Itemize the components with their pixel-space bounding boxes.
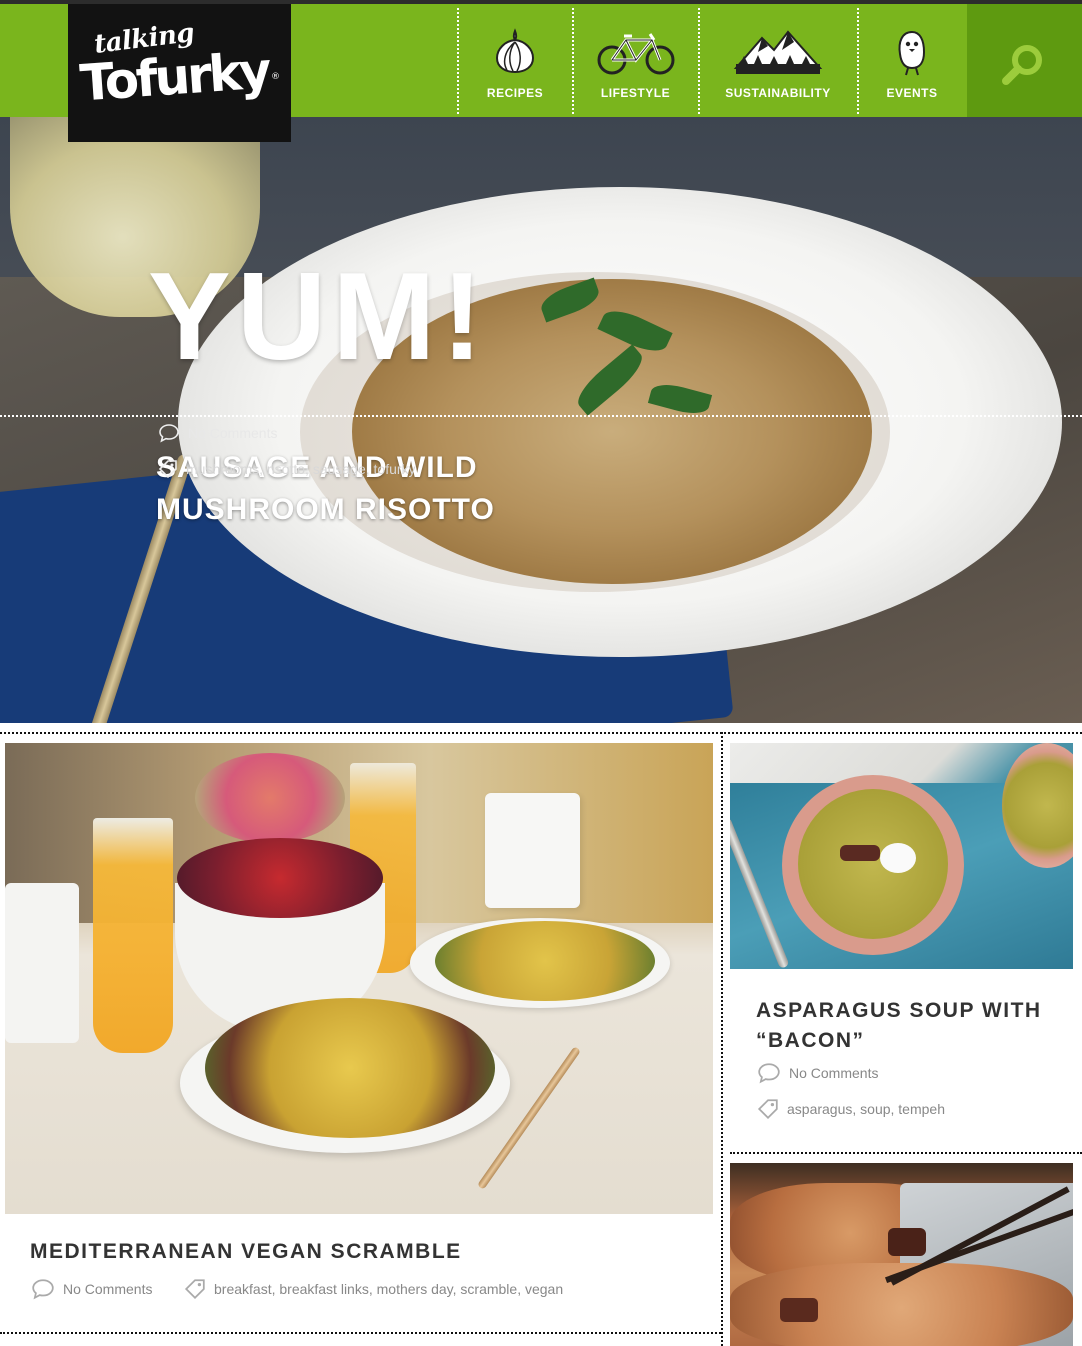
comment-icon xyxy=(32,1279,54,1300)
post-tags-asparagus-soup[interactable]: asparagus, soup, tempeh xyxy=(757,1098,945,1120)
post-title-scramble[interactable]: MEDITERRANEAN VEGAN SCRAMBLE xyxy=(30,1240,710,1264)
post-title-asparagus-soup[interactable]: ASPARAGUS SOUP WITH “BACON” xyxy=(756,996,1056,1056)
scramble-orange-juice-glass xyxy=(93,818,173,1053)
hero-tagline: YUM! xyxy=(148,248,489,386)
bicycle-icon xyxy=(597,33,674,75)
tag-icon xyxy=(158,460,177,479)
comment-icon xyxy=(758,1063,780,1084)
logo-trademark: ® xyxy=(271,72,280,82)
nav-label-events: EVENTS xyxy=(886,86,938,100)
grid-divider-vertical xyxy=(721,732,723,1346)
post-tags-list: breakfast, breakfast links, mothers day,… xyxy=(214,1281,564,1297)
logo-tofurky-text: Tofurky xyxy=(78,41,271,113)
nav-label-sustainability: SUSTAINABILITY xyxy=(725,86,831,100)
post-image-asparagus-soup[interactable] xyxy=(730,743,1073,969)
soup-bacon xyxy=(840,845,880,861)
hero-tags[interactable]: mushrooms, risotto, sausage, tofurky xyxy=(158,459,416,479)
post-comments-count: No Comments xyxy=(789,1065,879,1081)
nav-label-recipes: RECIPES xyxy=(486,86,544,100)
post-tags-scramble[interactable]: breakfast, breakfast links, mothers day,… xyxy=(184,1278,563,1300)
post-image-fried-rice[interactable] xyxy=(730,1163,1073,1346)
nav-item-events[interactable]: EVENTS xyxy=(858,8,966,114)
post-image-scramble[interactable] xyxy=(5,743,713,1214)
rice-tofurky-piece xyxy=(780,1298,818,1322)
featured-post-hero[interactable]: YUM! SAUSAGE AND WILD MUSHROOM RISOTTO N… xyxy=(0,117,1082,723)
hero-comments[interactable]: No Comments xyxy=(158,423,277,443)
scramble-berries xyxy=(177,838,383,918)
scramble-flowers xyxy=(195,753,345,843)
onion-icon xyxy=(495,28,535,74)
scramble-white-mug xyxy=(485,793,580,908)
hero-tags-list: mushrooms, risotto, sausage, tofurky xyxy=(186,461,416,477)
hero-comments-count: No Comments xyxy=(188,425,278,441)
nav-label-lifestyle: LIFESTYLE xyxy=(600,86,671,100)
nav-item-lifestyle[interactable]: LIFESTYLE xyxy=(573,8,698,114)
bird-icon xyxy=(898,30,926,76)
comment-icon xyxy=(159,424,179,443)
scramble-food-back xyxy=(435,921,655,1001)
grid-divider-bottom xyxy=(0,1332,721,1334)
scramble-food-front xyxy=(205,998,495,1138)
post-tags-list: asparagus, soup, tempeh xyxy=(787,1101,945,1117)
scramble-mug-left xyxy=(5,883,79,1043)
tag-icon xyxy=(757,1099,778,1120)
search-button[interactable] xyxy=(967,4,1082,117)
nav-item-sustainability[interactable]: SUSTAINABILITY xyxy=(699,8,857,114)
post-comments-count: No Comments xyxy=(63,1281,153,1297)
post-comments-asparagus-soup[interactable]: No Comments xyxy=(757,1062,878,1084)
site-logo[interactable]: talking Tofurky ® xyxy=(68,4,291,142)
rice-tofurky-piece xyxy=(888,1228,926,1256)
post-comments-scramble[interactable]: No Comments xyxy=(31,1278,152,1300)
hero-divider xyxy=(0,415,1082,417)
grid-divider-right xyxy=(730,1152,1082,1154)
search-icon xyxy=(1002,45,1042,85)
soup-contents xyxy=(798,789,948,939)
tag-icon xyxy=(184,1279,205,1300)
mountain-icon xyxy=(733,30,823,74)
soup-cream xyxy=(880,843,916,873)
grid-divider-top xyxy=(0,732,1082,734)
nav-item-recipes[interactable]: RECIPES xyxy=(458,8,572,114)
